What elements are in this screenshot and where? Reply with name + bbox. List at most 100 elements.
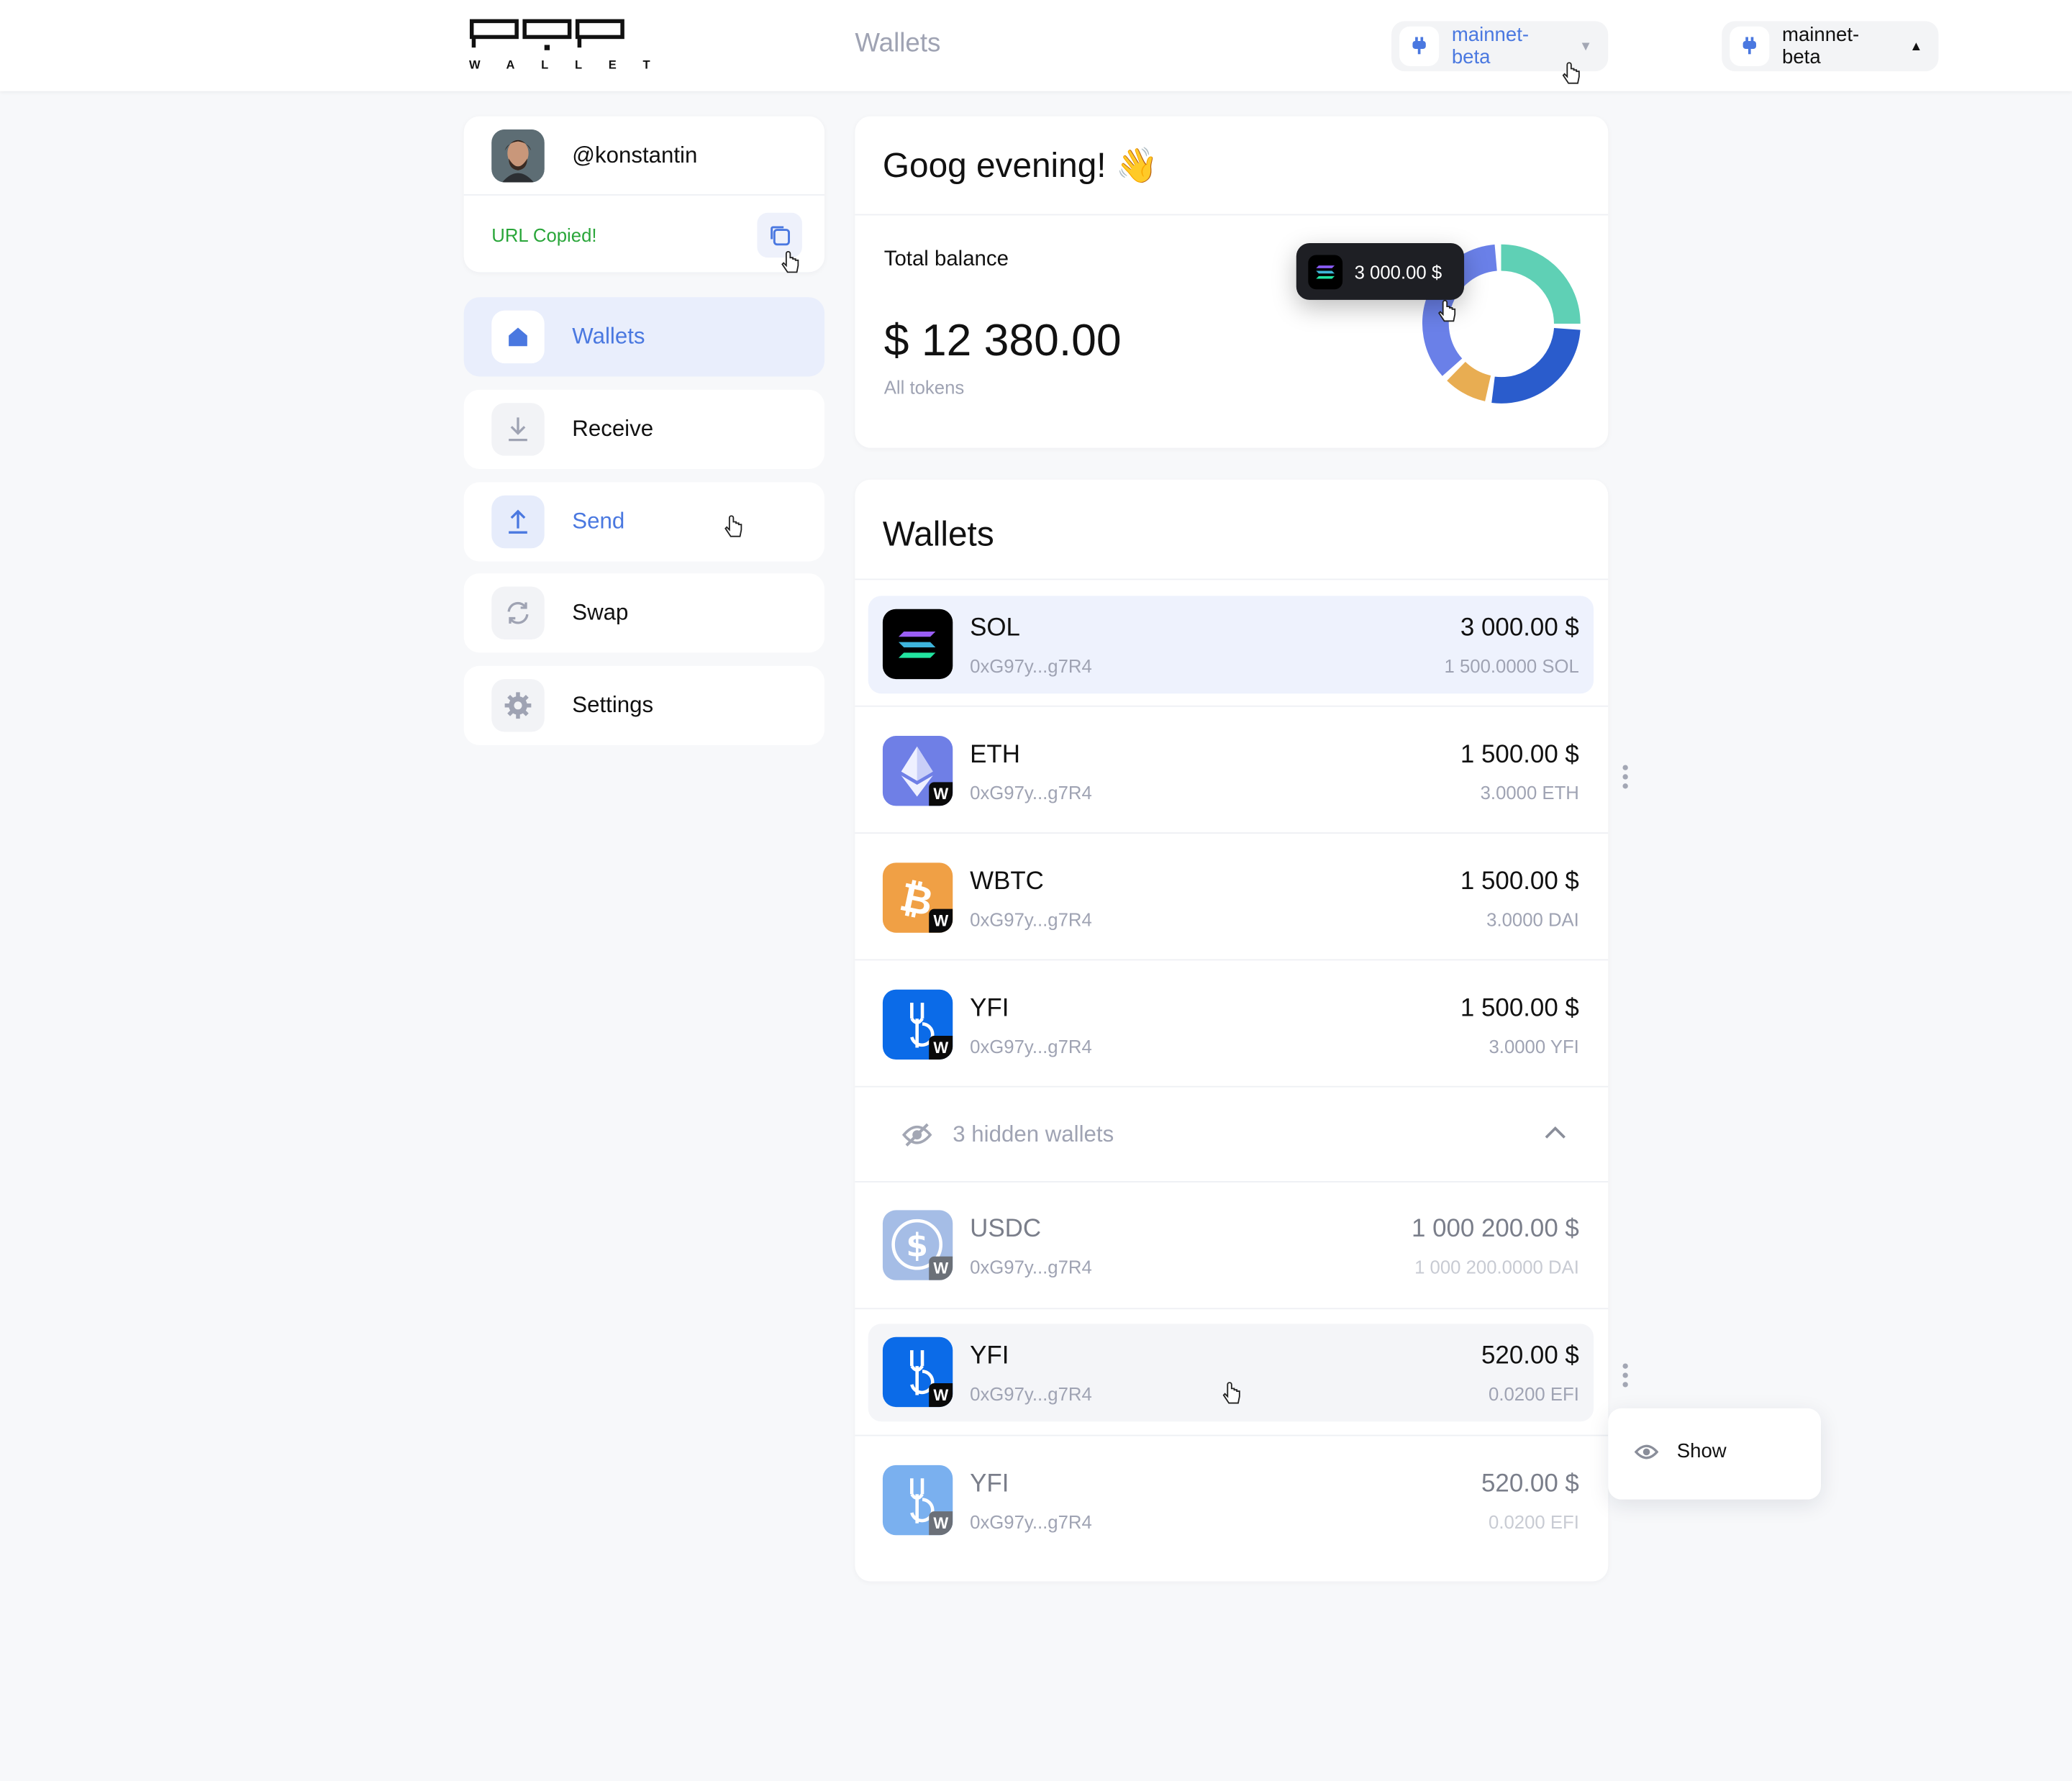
swap-icon xyxy=(491,586,545,639)
wallet-usd: 520.00 $ xyxy=(1481,1470,1579,1498)
total-balance-label: Total balance xyxy=(883,248,1009,271)
menu-item-label: Show xyxy=(1676,1440,1727,1463)
wrapped-badge: W xyxy=(929,1256,953,1280)
wrapped-badge: W xyxy=(929,1383,953,1408)
home-icon xyxy=(491,310,545,364)
divider xyxy=(855,214,1609,216)
wrapped-badge: W xyxy=(929,1035,953,1060)
wrapped-badge: W xyxy=(929,1511,953,1536)
nav-item-settings[interactable]: Settings xyxy=(463,665,825,745)
plug-icon xyxy=(1399,26,1439,66)
nav-item-swap[interactable]: Swap xyxy=(463,573,825,653)
divider xyxy=(855,832,1609,834)
wallet-name: YFI xyxy=(970,1342,1009,1370)
donut-segment[interactable] xyxy=(1500,244,1581,324)
wallet-amount: 1 500.0000 SOL xyxy=(1444,655,1579,677)
wallet-address: 0xG97y...g7R4 xyxy=(970,1383,1092,1405)
wallet-context-menu: Show xyxy=(1608,1408,1821,1500)
wallet-address: 0xG97y...g7R4 xyxy=(970,782,1092,803)
network-label: mainnet-beta xyxy=(1782,24,1860,69)
wallet-name: YFI xyxy=(970,995,1009,1023)
network-label: mainnet-beta xyxy=(1451,24,1530,69)
divider xyxy=(855,1434,1609,1436)
hand-cursor-icon xyxy=(1562,62,1580,84)
upload-icon xyxy=(491,495,545,549)
wallet-name: ETH xyxy=(970,741,1020,769)
total-balance-sublabel: All tokens xyxy=(883,376,965,398)
eth-icon: W xyxy=(882,736,953,806)
divider xyxy=(855,1181,1609,1183)
nav-label: Swap xyxy=(572,599,629,625)
wallet-usd: 520.00 $ xyxy=(1481,1342,1579,1370)
network-select[interactable]: mainnet-beta ▲ xyxy=(1722,21,1939,72)
wallet-row-yfi[interactable]: W YFI 0xG97y...g7R4 1 500.00 $ 3.0000 YF… xyxy=(868,976,1594,1074)
wallet-row-wbtc[interactable]: ₿ W WBTC 0xG97y...g7R4 1 500.00 $ 3.0000… xyxy=(868,849,1594,947)
menu-item-show[interactable]: Show xyxy=(1634,1440,1727,1463)
wallet-amount: 0.0200 EFI xyxy=(1489,1383,1579,1405)
more-options-icon[interactable] xyxy=(1622,1363,1630,1391)
nav-label: Wallets xyxy=(572,323,645,349)
logo-mark xyxy=(469,19,624,50)
hidden-wallets-toggle[interactable]: 3 hidden wallets xyxy=(855,1088,1608,1183)
yfi-icon: W xyxy=(882,989,953,1060)
nav-label: Settings xyxy=(572,692,654,718)
donut-segment[interactable] xyxy=(1447,361,1491,401)
nav-item-wallets[interactable]: Wallets xyxy=(463,297,825,377)
avatar[interactable] xyxy=(491,129,545,183)
hand-cursor-icon xyxy=(781,251,799,273)
wallet-usd: 1 500.00 $ xyxy=(1460,741,1579,769)
tooltip-value: 3 000.00 $ xyxy=(1354,260,1442,283)
wallet-amount: 3.0000 ETH xyxy=(1480,782,1579,803)
wallet-name: SOL xyxy=(970,614,1020,642)
wallet-name: USDC xyxy=(970,1215,1042,1244)
nav-label: Send xyxy=(572,509,625,534)
chart-tooltip: 3 000.00 $ xyxy=(1296,242,1465,300)
greeting: Goog evening! 👋 xyxy=(882,145,1159,186)
more-options-icon[interactable] xyxy=(1622,765,1630,793)
wallet-usd: 1 500.00 $ xyxy=(1460,995,1579,1023)
caret-down-icon: ▼ xyxy=(1579,39,1593,54)
yfi-icon: W xyxy=(882,1465,953,1536)
wallet-row-yfi-hidden-2[interactable]: W YFI 0xG97y...g7R4 520.00 $ 0.0200 EFI xyxy=(868,1452,1594,1550)
eye-off-icon xyxy=(901,1123,932,1147)
wallet-address: 0xG97y...g7R4 xyxy=(970,1035,1092,1057)
gear-icon xyxy=(491,679,545,732)
yfi-icon: W xyxy=(882,1336,953,1408)
donut-segment[interactable] xyxy=(1491,327,1581,404)
wallet-row-sol[interactable]: SOL 0xG97y...g7R4 3 000.00 $ 1 500.0000 … xyxy=(868,596,1594,694)
wallet-address: 0xG97y...g7R4 xyxy=(970,908,1092,931)
wallet-address: 0xG97y...g7R4 xyxy=(970,1511,1092,1533)
divider xyxy=(855,1308,1609,1310)
eye-icon xyxy=(1634,1444,1659,1459)
wallet-name: YFI xyxy=(970,1470,1009,1498)
username: @konstantin xyxy=(572,142,698,168)
top-header: WALLET Wallets mainnet-beta ▼ mainnet-be… xyxy=(0,0,2072,91)
wallets-heading: Wallets xyxy=(882,514,994,554)
wallet-row-usdc[interactable]: $ W USDC 0xG97y...g7R4 1 000 200.00 $ 1 … xyxy=(868,1197,1594,1295)
wallet-address: 0xG97y...g7R4 xyxy=(970,655,1092,677)
balance-card: Goog evening! 👋 Total balance $ 12 380.0… xyxy=(855,116,1609,448)
sol-icon xyxy=(882,609,953,680)
app-logo[interactable]: WALLET xyxy=(469,19,677,74)
wallet-amount: 3.0000 YFI xyxy=(1489,1035,1579,1057)
nav-item-send[interactable]: Send xyxy=(463,482,825,562)
logo-wordmark: WALLET xyxy=(469,58,677,72)
wrapped-badge: W xyxy=(929,782,953,806)
wallet-amount: 1 000 200.0000 DAI xyxy=(1414,1256,1579,1278)
nav-item-receive[interactable]: Receive xyxy=(463,389,825,470)
app-screen: WALLET Wallets mainnet-beta ▼ mainnet-be… xyxy=(0,0,2072,1781)
divider xyxy=(855,578,1609,580)
sol-icon xyxy=(1308,254,1343,289)
wallet-usd: 1 500.00 $ xyxy=(1460,867,1579,896)
wallet-name: WBTC xyxy=(970,867,1044,896)
profile-card: @konstantin URL Copied! xyxy=(463,116,825,273)
wallet-amount: 0.0200 EFI xyxy=(1489,1511,1579,1533)
chevron-up-icon[interactable] xyxy=(1542,1123,1568,1142)
svg-text:$: $ xyxy=(906,1228,928,1265)
caret-up-icon: ▲ xyxy=(1909,39,1923,54)
wallets-card: Wallets SOL 0xG97y...g7R4 3 000.00 $ 1 5… xyxy=(855,479,1609,1582)
wallet-row-eth[interactable]: W ETH 0xG97y...g7R4 1 500.00 $ 3.0000 ET… xyxy=(868,723,1594,821)
nav-label: Receive xyxy=(572,416,654,442)
divider xyxy=(855,705,1609,707)
hidden-wallets-label: 3 hidden wallets xyxy=(953,1121,1114,1147)
